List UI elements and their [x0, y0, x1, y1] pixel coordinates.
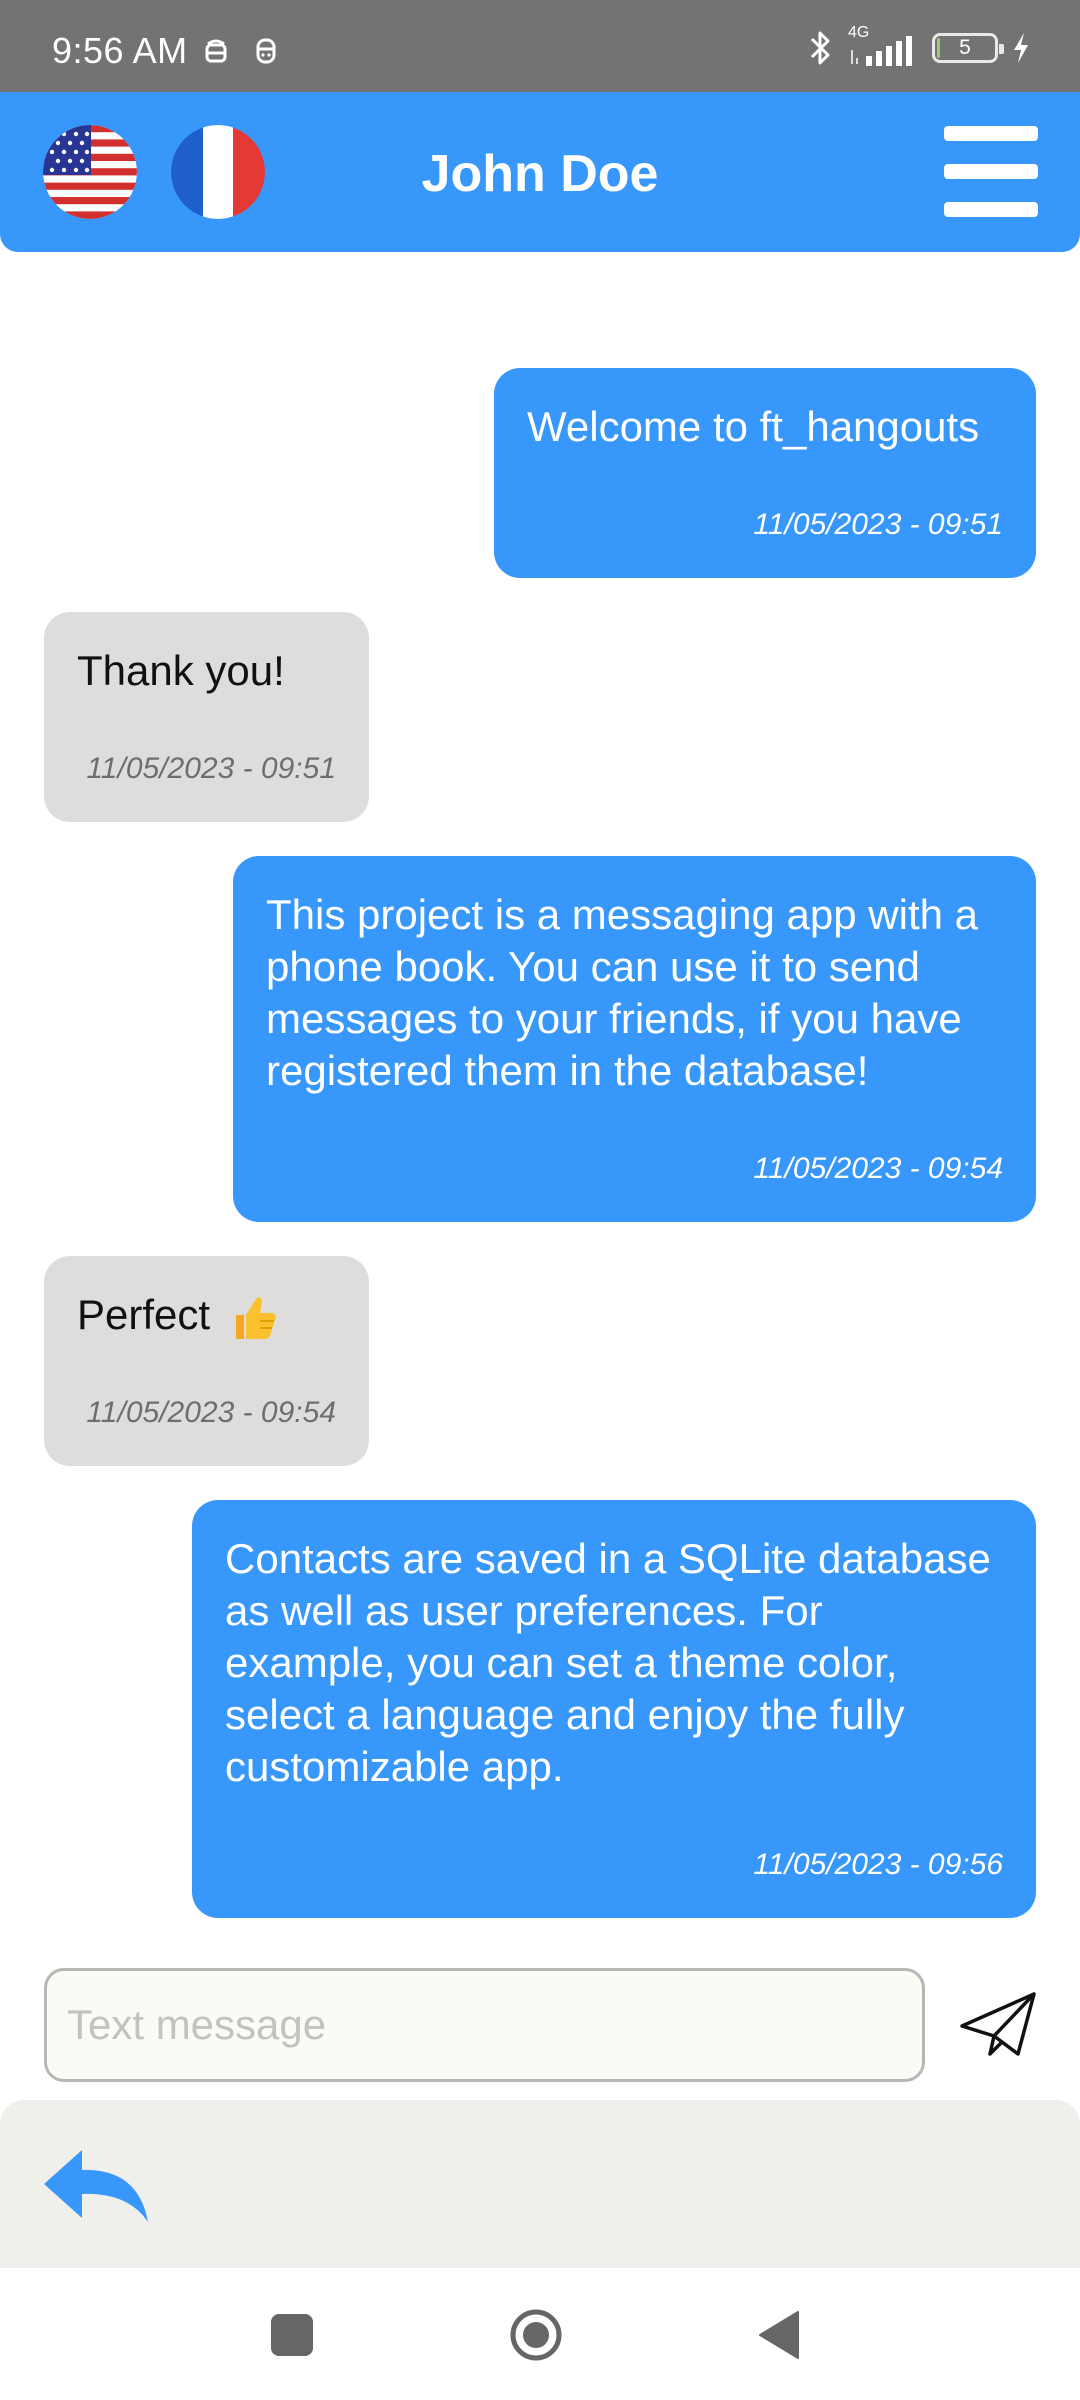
- bottom-app-bar: [0, 2100, 1080, 2268]
- message-timestamp: 11/05/2023 - 09:51: [86, 752, 336, 785]
- message-text: Thank you!: [77, 647, 285, 694]
- thumbs-up-icon: [235, 1297, 276, 1339]
- battery-icon: 5: [932, 33, 1004, 63]
- notification-icon: [256, 38, 276, 64]
- message-timestamp: 11/05/2023 - 09:51: [753, 508, 1003, 541]
- reply-back-icon[interactable]: [42, 2146, 150, 2226]
- battery-level: 5: [959, 36, 971, 59]
- status-icons: 4G 5: [808, 24, 1030, 68]
- recent-apps-icon[interactable]: [271, 2314, 313, 2356]
- charging-icon: [1014, 33, 1028, 63]
- message-text: Welcome to ft_hangouts: [527, 403, 980, 450]
- back-triangle-icon[interactable]: [758, 2310, 800, 2360]
- message-bubble-sent[interactable]: Contacts are saved in a SQLite database …: [192, 1500, 1036, 1918]
- message-bubble-received[interactable]: Thank you! 11/05/2023 - 09:51: [44, 612, 369, 822]
- notification-icon: [205, 39, 227, 63]
- message-timestamp: 11/05/2023 - 09:56: [753, 1848, 1003, 1881]
- message-bubble-sent[interactable]: Welcome to ft_hangouts 11/05/2023 - 09:5…: [494, 368, 1036, 578]
- status-time: 9:56 AM: [52, 30, 188, 71]
- system-navigation-bar: [0, 2268, 1080, 2400]
- hamburger-menu-icon[interactable]: [944, 126, 1038, 218]
- message-timestamp: 11/05/2023 - 09:54: [753, 1152, 1003, 1185]
- send-icon[interactable]: [958, 1990, 1038, 2062]
- app-header: John Doe: [0, 92, 1080, 252]
- message-timestamp: 11/05/2023 - 09:54: [86, 1396, 336, 1429]
- message-bubble-received[interactable]: Perfect 11/05/2023 - 09:54: [44, 1256, 369, 1466]
- message-input[interactable]: [47, 1971, 922, 2079]
- home-icon[interactable]: [509, 2308, 563, 2362]
- message-text: This project is a messaging app with a p…: [266, 891, 979, 1094]
- message-bubble-sent[interactable]: This project is a messaging app with a p…: [233, 856, 1036, 1222]
- message-text-row: Perfect: [77, 1289, 336, 1343]
- contact-name-title: John Doe: [421, 145, 659, 203]
- signal-icon: 4G: [848, 24, 918, 68]
- status-bar: 9:56 AM 4G 5: [0, 0, 1080, 92]
- message-text: Perfect: [77, 1291, 211, 1338]
- message-text: Contacts are saved in a SQLite database …: [225, 1535, 991, 1790]
- bluetooth-icon: [810, 31, 830, 65]
- message-input-container: [44, 1968, 925, 2082]
